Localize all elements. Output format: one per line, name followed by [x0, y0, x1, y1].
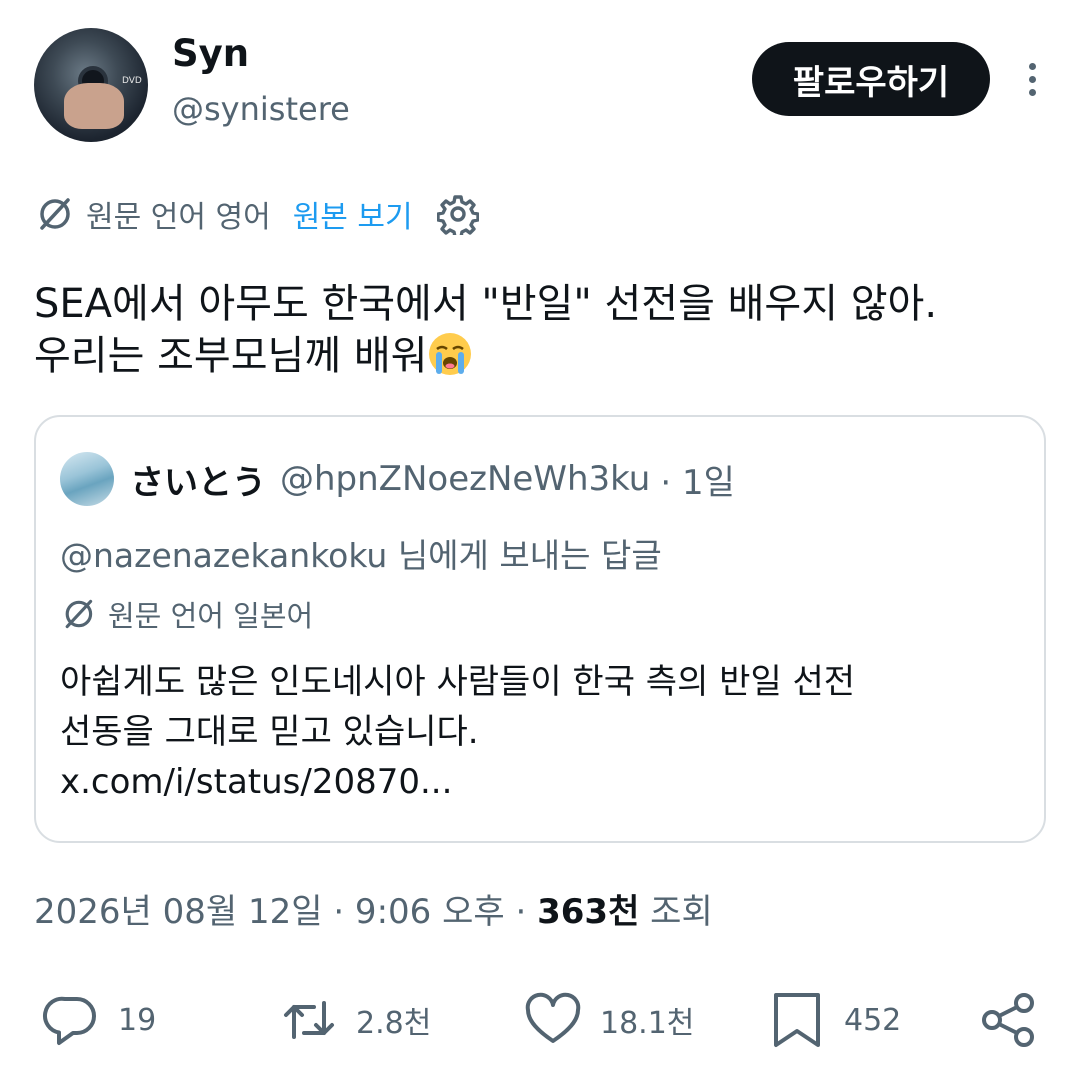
tweet-header: DVD Syn @synistere 팔로우하기	[34, 22, 1052, 142]
quoted-status-link[interactable]: x.com/i/status/20870...	[60, 757, 1010, 807]
quoted-author-avatar	[60, 452, 114, 506]
tweet-line-2: 우리는 조부모님께 배워	[34, 330, 1044, 382]
crying-face-icon	[429, 333, 472, 375]
author-display-name[interactable]: Syn	[172, 32, 249, 75]
heart-icon	[525, 992, 581, 1043]
quoted-translation-bar: 원문 언어 일본어	[60, 593, 313, 635]
share-icon	[982, 993, 1034, 1047]
author-avatar[interactable]: DVD	[34, 28, 148, 142]
quoted-tweet[interactable]: さいとう @hpnZNoezNeWh3ku · 1일 @nazenazekank…	[34, 415, 1046, 843]
more-vertical-icon[interactable]	[1012, 56, 1052, 102]
bookmark-count: 452	[844, 1002, 902, 1038]
like-count: 18.1천	[600, 1006, 695, 1041]
share-button[interactable]	[978, 988, 1056, 1052]
translation-bar: 원문 언어 영어 원본 보기	[34, 192, 479, 236]
tweet-text: SEA에서 아무도 한국에서 "반일" 선전을 배우지 않아. 우리는 조부모님…	[34, 278, 1044, 382]
tweet-line-1: SEA에서 아무도 한국에서 "반일" 선전을 배우지 않아.	[34, 281, 938, 327]
views-label: 조회	[650, 892, 713, 932]
bookmark-button[interactable]: 452	[766, 988, 901, 1052]
avatar-hand-shape	[64, 83, 124, 129]
quoted-original-language: 원문 언어 일본어	[108, 599, 314, 633]
bookmark-icon	[774, 993, 820, 1047]
translate-icon	[65, 599, 93, 629]
gear-icon[interactable]	[436, 193, 479, 235]
retweet-button[interactable]: 2.8천	[278, 988, 431, 1052]
quoted-body-line-1: 아쉽게도 많은 인도네시아 사람들이 한국 측의 반일 선전	[60, 662, 856, 702]
show-original-link[interactable]: 원본 보기	[293, 192, 413, 236]
retweet-icon	[284, 1001, 334, 1039]
reply-to-line: @nazenazekankoku 님에게 보내는 답글	[60, 536, 662, 575]
original-language-label: 원문 언어 영어	[86, 200, 271, 235]
retweet-count: 2.8천	[356, 1006, 432, 1041]
views-count: 363천	[537, 892, 640, 932]
avatar-dvd-label: DVD	[122, 76, 142, 86]
author-handle[interactable]: @synistere	[172, 90, 350, 128]
quoted-body-line-2: 선동을 그대로 믿고 있습니다.	[60, 712, 479, 752]
quoted-tweet-header: さいとう @hpnZNoezNeWh3ku · 1일	[60, 451, 735, 507]
like-button[interactable]: 18.1천	[522, 988, 694, 1052]
tweet-meta: 2026년 08월 12일 · 9:06 오후 · 363천 조회	[34, 884, 713, 933]
reply-icon	[42, 996, 96, 1045]
tweet-timestamp[interactable]: 2026년 08월 12일 · 9:06 오후 ·	[34, 892, 526, 932]
reply-button[interactable]: 19	[40, 988, 156, 1052]
tweet-line-2-text: 우리는 조부모님께 배워	[34, 333, 428, 379]
quoted-tweet-time: · 1일	[660, 462, 735, 503]
quoted-author-name: さいとう	[130, 462, 266, 503]
quoted-author-handle: @hpnZNoezNeWh3ku	[280, 459, 651, 499]
translate-icon	[40, 198, 70, 230]
quoted-tweet-body: 아쉽게도 많은 인도네시아 사람들이 한국 측의 반일 선전 선동을 그대로 믿…	[60, 657, 1010, 807]
reply-count: 19	[118, 1002, 157, 1038]
follow-button[interactable]: 팔로우하기	[752, 42, 990, 116]
action-bar: 19 2.8천 18.1천 452	[40, 988, 1040, 1052]
